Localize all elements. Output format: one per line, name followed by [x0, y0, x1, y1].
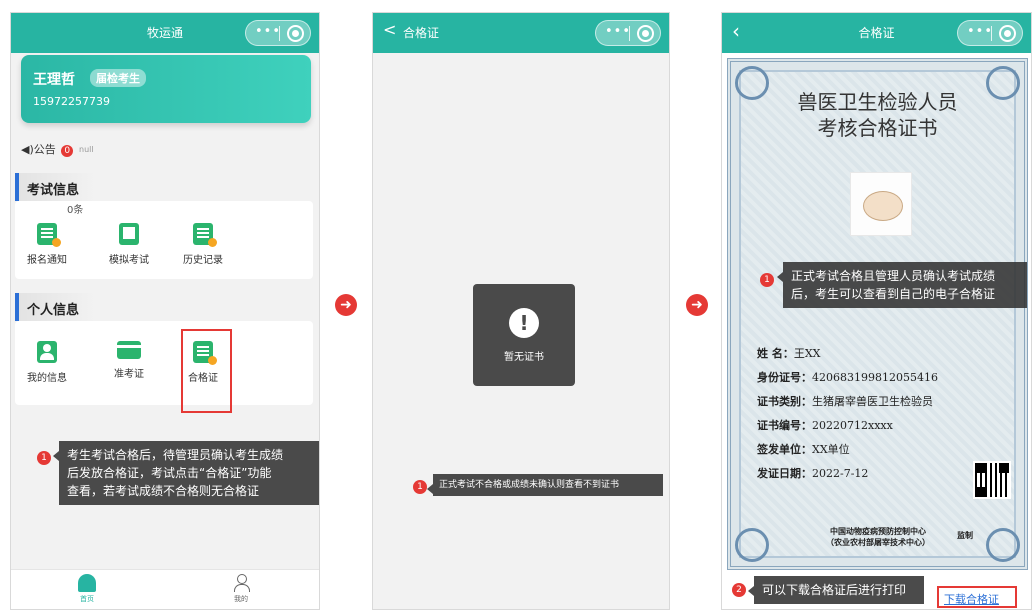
- tab-home[interactable]: 首页: [67, 574, 107, 604]
- tip-callout: 正式考试合格且管理人员确认考试成绩 后，考生可以查看到自己的电子合格证: [777, 262, 1027, 308]
- user-name: 王理哲: [33, 72, 75, 88]
- toast-text: 暂无证书: [504, 352, 544, 363]
- personal-item-my-info[interactable]: 我的信息: [17, 341, 77, 384]
- capsule-divider: [279, 26, 280, 41]
- notice-label: ◀)公告: [21, 143, 56, 156]
- screen-certificate: ‹ 合格证 ••• 兽医卫生检验人员 考核合格证书 1 正式考试合格且管理人员确…: [721, 12, 1032, 610]
- personal-item-label: 我的信息: [27, 373, 67, 384]
- exam-item-label: 历史记录: [183, 255, 223, 266]
- tip-number-badge: 1: [37, 451, 51, 465]
- top-bar: ‹ 合格证 •••: [722, 13, 1031, 53]
- my-info-icon: [37, 341, 57, 363]
- certificate-title-line1: 兽医卫生检验人员: [797, 90, 958, 114]
- qr-code: [973, 461, 1011, 499]
- tip-line: 正式考试合格且管理人员确认考试成绩: [791, 269, 996, 283]
- field-cert-number: 证书编号：20220712xxxx: [757, 419, 893, 432]
- exclamation-icon: !: [509, 308, 539, 338]
- notice-null-text: null: [79, 145, 94, 154]
- field-issue-date: 发证日期：2022-7-12: [757, 467, 869, 480]
- personal-item-label: 准考证: [114, 369, 144, 380]
- close-target-icon[interactable]: [637, 25, 654, 42]
- field-name: 姓 名：王XX: [757, 347, 821, 360]
- exam-item-label: 模拟考试: [109, 255, 149, 266]
- field-category: 证书类别：生猪屠宰兽医卫生检验员: [757, 395, 933, 408]
- tab-label: 我的: [234, 595, 248, 603]
- history-icon: [193, 223, 217, 247]
- certificate-highlight-box: [181, 329, 232, 413]
- user-phone: 15972257739: [33, 95, 110, 108]
- miniprogram-capsule[interactable]: •••: [595, 20, 661, 46]
- close-target-icon[interactable]: [999, 25, 1016, 42]
- tip-line: 后，考生可以查看到自己的电子合格证: [791, 287, 996, 301]
- empty-toast: ! 暂无证书: [473, 284, 575, 386]
- exam-section-title: 考试信息: [15, 173, 95, 201]
- download-highlight-box: [937, 586, 1017, 608]
- pig-photo: [850, 172, 912, 236]
- tip-line: 后发放合格证，考试点击“合格证”功能: [67, 466, 272, 480]
- capsule-divider: [629, 26, 630, 41]
- certificate: 兽医卫生检验人员 考核合格证书 1 正式考试合格且管理人员确认考试成绩 后，考生…: [727, 58, 1028, 570]
- exam-count: 0条: [67, 205, 84, 216]
- field-issuer: 签发单位：XX单位: [757, 443, 850, 456]
- personal-section-title: 个人信息: [15, 293, 95, 321]
- page-title: 合格证: [403, 26, 440, 40]
- exam-item-register-notice[interactable]: 报名通知: [17, 223, 77, 266]
- flow-arrow-icon: ➜: [335, 294, 357, 316]
- tip-number-badge: 1: [413, 480, 427, 494]
- capsule-divider: [991, 26, 992, 41]
- seal-text: 监制: [957, 531, 973, 540]
- certificate-title-line2: 考核合格证书: [817, 116, 938, 140]
- miniprogram-capsule[interactable]: •••: [957, 20, 1023, 46]
- tab-bar: 首页 我的: [11, 569, 319, 609]
- issuer-line: 中国动物疫病预防控制中心: [830, 527, 926, 536]
- personal-panel: 我的信息 准考证 合格证: [15, 321, 313, 405]
- tip-number-badge: 1: [760, 273, 774, 287]
- exam-item-label: 报名通知: [27, 255, 67, 266]
- tip-text: 正式考试不合格或成绩未确认则查看不到证书: [439, 480, 620, 490]
- issuer-block: 中国动物疫病预防控制中心 （农业农村部屠宰技术中心）: [823, 526, 933, 548]
- back-icon[interactable]: <: [383, 20, 396, 39]
- exam-panel: 0条 报名通知 模拟考试 历史记录: [15, 201, 313, 279]
- admission-ticket-icon: [117, 341, 141, 359]
- mock-exam-icon: [119, 223, 139, 245]
- tip-line: 查看，若考试成绩不合格则无合格证: [67, 484, 260, 498]
- tip-callout: 正式考试不合格或成绩未确认则查看不到证书: [427, 474, 663, 496]
- tip-callout-download: 可以下载合格证后进行打印: [748, 576, 924, 604]
- user-badge: 届检考生: [90, 69, 146, 87]
- tip-line: 考生考试合格后，待管理员确认考生成绩: [67, 448, 284, 462]
- more-icon[interactable]: •••: [967, 24, 993, 39]
- more-icon[interactable]: •••: [605, 24, 631, 39]
- home-icon: [78, 574, 96, 592]
- tip-callout: 考生考试合格后，待管理员确认考生成绩 后发放合格证，考试点击“合格证”功能 查看…: [53, 441, 319, 505]
- corner-ornament: [735, 528, 769, 562]
- notice-bar[interactable]: ◀)公告 0 null: [21, 141, 94, 157]
- more-icon[interactable]: •••: [255, 24, 281, 39]
- field-id-number: 身份证号：420683199812055416: [757, 371, 938, 384]
- top-bar: < 合格证 •••: [373, 13, 669, 53]
- flow-arrow-icon: ➜: [686, 294, 708, 316]
- register-notice-icon: [37, 223, 61, 247]
- notice-count-badge: 0: [61, 145, 74, 157]
- top-bar: 牧运通 •••: [11, 13, 319, 53]
- corner-ornament: [986, 528, 1020, 562]
- tab-label: 首页: [80, 595, 94, 603]
- miniprogram-capsule[interactable]: •••: [245, 20, 311, 46]
- tip-text: 可以下载合格证后进行打印: [762, 583, 907, 597]
- screen-home: 牧运通 ••• 王理哲 届检考生 15972257739 ◀)公告 0 null…: [10, 12, 320, 610]
- exam-item-history[interactable]: 历史记录: [173, 223, 233, 266]
- user-card: 王理哲 届检考生 15972257739: [21, 55, 311, 123]
- user-icon: [232, 574, 250, 592]
- issuer-line: （农业农村部屠宰技术中心）: [826, 538, 930, 547]
- tip-number-badge: 2: [732, 583, 746, 597]
- close-target-icon[interactable]: [287, 25, 304, 42]
- exam-item-mock-exam[interactable]: 模拟考试: [99, 223, 159, 266]
- tab-me[interactable]: 我的: [221, 574, 261, 604]
- screen-no-certificate: < 合格证 ••• ! 暂无证书 1 正式考试不合格或成绩未确认则查看不到证书: [372, 12, 670, 610]
- personal-item-admission-ticket[interactable]: 准考证: [99, 341, 159, 380]
